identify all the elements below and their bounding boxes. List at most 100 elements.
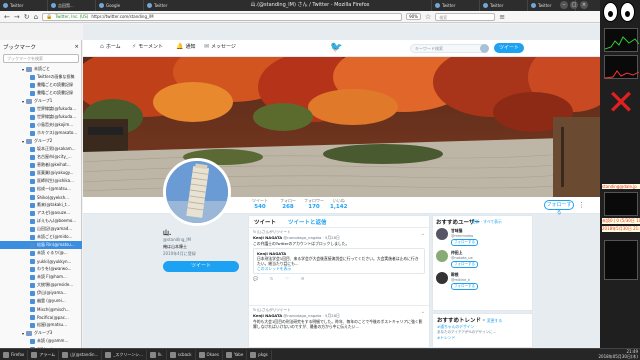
desktop-tab[interactable]: Twitter xyxy=(0,0,48,11)
bookmark-item[interactable]: 書籍ごとの読書記録 xyxy=(0,89,82,97)
bookmark-search-input[interactable]: ブックマークを検索 xyxy=(3,54,79,63)
desktop-tab[interactable]: Twitter xyxy=(480,0,528,11)
bookmark-star-icon[interactable]: ☆ xyxy=(425,13,431,21)
bookmark-item[interactable]: 未読 (@yamm... xyxy=(0,337,82,345)
taskbar-item[interactable]: Firefox xyxy=(0,349,29,360)
tab-tweets-replies[interactable]: ツイートと返信 xyxy=(288,218,327,226)
bookmark-item[interactable]: 松屋(@matsu... xyxy=(0,321,82,329)
desktop-tab[interactable]: Google xyxy=(96,0,144,11)
expand-arrow-icon[interactable]: ▾ xyxy=(22,99,24,104)
menu-icon[interactable]: ≡ xyxy=(499,13,505,21)
bookmark-item[interactable]: 医師科生(@ishika... xyxy=(0,177,82,185)
avatar[interactable] xyxy=(436,250,448,262)
taskbar-item[interactable]: _スクリーンシ... xyxy=(102,349,147,360)
reload-icon[interactable]: ↻ xyxy=(24,13,30,21)
desktop-tab[interactable]: 吉田賢... xyxy=(48,0,96,11)
profile-tweet-button[interactable]: ツイート xyxy=(163,261,239,272)
bookmark-item[interactable]: ぼえもん(@boemo... xyxy=(0,217,82,225)
bookmark-folder[interactable]: ▾ グループ2 xyxy=(0,137,82,145)
bookmark-item[interactable]: 未読 ぐるり(@... xyxy=(0,249,82,257)
bookmark-item[interactable]: 坂本正男(@sakam... xyxy=(0,145,82,153)
home-icon[interactable]: ⌂ xyxy=(34,13,38,21)
follow-button[interactable]: フォローする xyxy=(451,239,478,246)
taskbar-item[interactable]: Ik. xyxy=(147,349,167,360)
twitter-bird-icon[interactable]: 🐦 xyxy=(330,42,342,53)
quoted-tweet[interactable]: Kenji NAGATA 日本刑法学会1回目、来る学会が大会後直接演説会に行って… xyxy=(253,248,425,274)
bookmark-item[interactable]: 松島 Rin(@matsu... xyxy=(0,241,82,249)
bookmark-item[interactable]: アスゼ(@asuze... xyxy=(0,209,82,217)
profile-avatar[interactable] xyxy=(163,158,231,226)
clock[interactable]: 21:49 2018年05月30日(木) xyxy=(590,349,638,359)
who-to-follow-links[interactable]: 更新 · すべて表示 xyxy=(472,219,502,225)
tweet-button[interactable]: ツイート xyxy=(494,43,524,53)
back-icon[interactable]: ← xyxy=(4,13,10,21)
bookmark-folder[interactable]: ▾ 未読ごと xyxy=(0,65,82,73)
desktop-tab[interactable]: Twitter xyxy=(432,0,480,11)
stat-following[interactable]: フォロー 268 xyxy=(280,198,296,210)
bookmark-item[interactable]: Shiko(@yeksh... xyxy=(0,193,82,201)
nav-moments[interactable]: ⚡ モーメント xyxy=(132,43,163,50)
retweet-icon[interactable]: ↻ xyxy=(270,276,273,281)
tweet[interactable]: ↻ 山.さんがリツイート Kenji NAGATA @nanodaga_naga… xyxy=(249,305,429,331)
dm-icon[interactable]: ✉ xyxy=(301,276,304,281)
taskbar-item[interactable]: Yabe xyxy=(223,349,248,360)
bookmark-item[interactable]: 松成一(@matsu... xyxy=(0,185,82,193)
taskbar-item[interactable]: アラーム xyxy=(28,349,60,360)
nav-messages[interactable]: ✉ メッセージ xyxy=(204,43,236,50)
close-button[interactable]: × xyxy=(580,1,588,9)
bookmark-item[interactable]: 小島哲夫(@kojim... xyxy=(0,121,82,129)
bookmark-item[interactable]: Pacifica(@pac... xyxy=(0,313,82,321)
more-options-icon[interactable]: ⋮ xyxy=(578,201,585,209)
bookmark-item[interactable]: yukki(@yukkyn... xyxy=(0,257,82,265)
expand-arrow-icon[interactable]: ▾ xyxy=(22,139,24,144)
chevron-down-icon[interactable]: ⌄ xyxy=(421,309,425,315)
expand-arrow-icon[interactable]: ▾ xyxy=(22,67,24,72)
follow-button[interactable]: フォローする xyxy=(451,261,478,268)
bookmark-item[interactable]: 名古屋市(@city_... xyxy=(0,153,82,161)
browser-search-input[interactable]: 検索 xyxy=(435,12,496,21)
tab-tweets[interactable]: ツイート xyxy=(254,218,276,226)
follow-button[interactable]: フォローする xyxy=(544,200,574,216)
bookmark-item[interactable]: Twitterの画像な投稿 xyxy=(0,73,82,81)
chevron-down-icon[interactable]: ⌄ xyxy=(421,231,425,237)
taskbar-item[interactable]: Okaes xyxy=(196,349,223,360)
account-avatar[interactable] xyxy=(480,44,489,53)
twitter-search-input[interactable]: キーワード検索 xyxy=(410,44,488,53)
bookmark-item[interactable]: 世界線論(@fukuda... xyxy=(0,105,82,113)
maximize-button[interactable]: □ xyxy=(570,1,578,9)
bookmark-item[interactable]: 世界線論(@fukuda... xyxy=(0,113,82,121)
tweet[interactable]: ↻ 山.さんがリツイート Kenji NAGATA @nanodaga_naga… xyxy=(249,227,429,283)
bookmark-item[interactable]: 書籍ごとの読書記録 xyxy=(0,81,82,89)
bookmark-item[interactable]: 恵熱者(@keihat... xyxy=(0,161,82,169)
like-icon[interactable]: ♡ xyxy=(285,276,289,281)
stat-likes[interactable]: いいね 1,142 xyxy=(330,198,347,210)
bookmark-item[interactable]: 未読ごと(@mido... xyxy=(0,233,82,241)
bookmark-item[interactable]: ホキクス(@masato... xyxy=(0,129,82,137)
sidebar-title[interactable]: ブックマーク xyxy=(3,43,36,51)
bookmark-item[interactable]: 大統領(@preside... xyxy=(0,281,82,289)
bookmark-item[interactable]: 伊山(@iyama... xyxy=(0,289,82,297)
url-bar[interactable]: 🔒 Twitter, Inc. (US) https://twitter.com… xyxy=(42,12,403,21)
bookmark-folder[interactable]: ▾ グループ1 xyxy=(0,97,82,105)
stat-tweets[interactable]: ツイート 540 xyxy=(252,198,268,210)
bookmark-item[interactable]: 鷹来(@takaki_t... xyxy=(0,201,82,209)
expand-arrow-icon[interactable]: ▾ xyxy=(22,331,24,336)
nav-notifications[interactable]: 🔔 通知 xyxy=(176,43,196,50)
minimize-button[interactable]: ‒ xyxy=(560,1,568,9)
bookmark-item[interactable]: 幽霊 (@yurei... xyxy=(0,297,82,305)
bookmark-item[interactable]: Misch(@misch... xyxy=(0,305,82,313)
bookmark-item[interactable]: 医薬業(@iyakugy... xyxy=(0,169,82,177)
bookmark-item[interactable]: わりを(@warwo... xyxy=(0,265,82,273)
trend-item[interactable]: #トレンド xyxy=(437,335,528,341)
taskbar-item[interactable]: 山(@standin... xyxy=(59,349,103,360)
avatar[interactable] xyxy=(436,228,448,240)
trends-change-link[interactable]: 変更する xyxy=(487,318,502,323)
follow-button[interactable]: フォローする xyxy=(451,283,478,290)
stat-followers[interactable]: フォロワー 170 xyxy=(304,198,324,210)
desktop-tab[interactable]: Twitter xyxy=(144,0,192,11)
bookmark-item[interactable]: 山田記(@yamad... xyxy=(0,225,82,233)
bookmark-item[interactable]: 未読 F(@ham... xyxy=(0,273,82,281)
sidebar-close-icon[interactable]: × xyxy=(74,44,79,50)
taskbar-item[interactable]: scback xyxy=(167,349,196,360)
show-thread-link[interactable]: このスレッドを表示 xyxy=(257,266,421,271)
